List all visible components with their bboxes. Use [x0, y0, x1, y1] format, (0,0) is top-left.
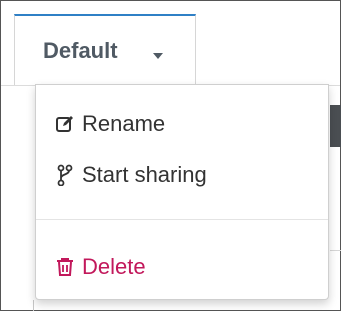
- tab-default-dropdown[interactable]: Default: [14, 14, 196, 85]
- menu-item-label: Rename: [82, 111, 166, 136]
- background-panel: [330, 105, 341, 147]
- menu-item-start-sharing[interactable]: Start sharing: [36, 153, 328, 197]
- menu-item-rename[interactable]: Rename: [36, 102, 328, 146]
- tab-label: Default: [43, 38, 118, 63]
- caret-down-icon: [153, 53, 163, 59]
- edit-icon: [54, 113, 76, 135]
- trash-icon: [54, 256, 76, 278]
- menu-divider: [36, 219, 328, 220]
- tab-dropdown-menu: Rename Start sharing Delete: [35, 84, 329, 300]
- menu-item-label: Start sharing: [82, 162, 207, 187]
- background-divider: [330, 250, 341, 251]
- menu-item-delete[interactable]: Delete: [36, 245, 328, 289]
- branch-icon: [54, 164, 76, 186]
- background-rule: [33, 300, 34, 311]
- menu-item-label: Delete: [82, 254, 146, 279]
